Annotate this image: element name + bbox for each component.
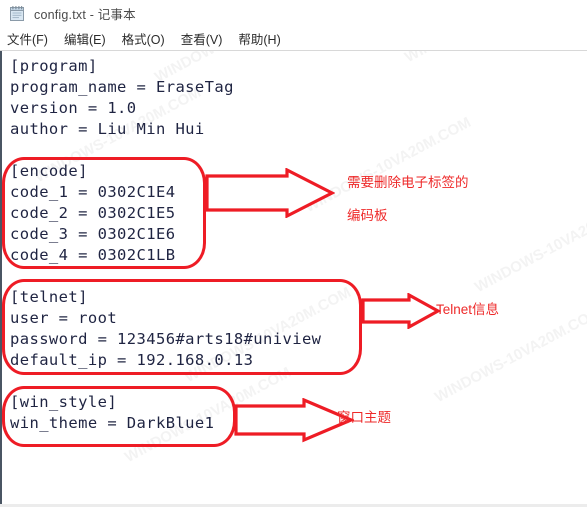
config-line: [telnet] — [10, 288, 88, 306]
text-editor-area[interactable]: WINDOWS-10VA20M.COM WINDOWS-10VA20M.COM … — [2, 51, 587, 504]
config-line: user = root — [10, 309, 118, 327]
menu-bar: 文件(F) 编辑(E) 格式(O) 查看(V) 帮助(H) — [0, 27, 587, 50]
config-line: default_ip = 192.168.0.13 — [10, 351, 254, 369]
config-line: code_1 = 0302C1E4 — [10, 183, 176, 201]
watermark: WINDOWS-10VA20M.COM — [402, 51, 574, 66]
config-line: [win_style] — [10, 393, 118, 411]
watermark: WINDOWS-10VA20M.COM — [432, 303, 587, 407]
config-line: code_3 = 0302C1E6 — [10, 225, 176, 243]
config-line: code_2 = 0302C1E5 — [10, 204, 176, 222]
notepad-icon — [9, 5, 26, 22]
config-line: code_4 = 0302C1LB — [10, 246, 176, 264]
watermark: WINDOWS-10VA20M.COM — [302, 113, 474, 217]
window-title: config.txt - 记事本 — [34, 8, 136, 22]
config-line: program_name = EraseTag — [10, 78, 234, 96]
menu-item-view[interactable]: 查看(V) — [181, 29, 223, 48]
config-line: version = 1.0 — [10, 99, 137, 117]
window-bottom-border — [0, 504, 587, 507]
config-line: password = 123456#arts18#uniview — [10, 330, 322, 348]
menu-item-help[interactable]: 帮助(H) — [238, 29, 280, 48]
menu-item-format[interactable]: 格式(O) — [122, 29, 165, 48]
config-line: [program] — [10, 57, 98, 75]
notepad-window: config.txt - 记事本 文件(F) 编辑(E) 格式(O) 查看(V)… — [0, 0, 587, 514]
config-line: author = Liu Min Hui — [10, 120, 205, 138]
config-line: [encode] — [10, 162, 88, 180]
menu-item-edit[interactable]: 编辑(E) — [64, 29, 106, 48]
title-bar: config.txt - 记事本 — [0, 0, 587, 27]
menu-item-file[interactable]: 文件(F) — [7, 29, 48, 48]
config-line: win_theme = DarkBlue1 — [10, 414, 215, 432]
watermark: WINDOWS-10VA20M.COM — [472, 193, 587, 297]
